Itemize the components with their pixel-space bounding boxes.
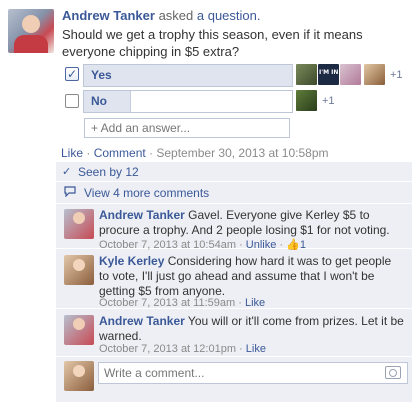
comment-timestamp[interactable]: October 7, 2013 at 12:01pm xyxy=(99,343,236,355)
poll-question: Should we get a trophy this season, even… xyxy=(62,27,363,59)
comment-meta: October 7, 2013 at 12:01pm · Like xyxy=(99,343,266,355)
comment-meta: October 7, 2013 at 11:59am · Like xyxy=(99,297,265,309)
comments-panel: ✓ Seen by 12 View 4 more comments Andrew… xyxy=(56,162,412,402)
post-author-avatar[interactable] xyxy=(8,9,54,53)
comment-input[interactable]: Write a comment... xyxy=(98,362,408,384)
comment-author-name[interactable]: Kyle Kerley xyxy=(99,254,164,268)
comment-text: Kyle Kerley Considering how hard it was … xyxy=(99,254,404,299)
camera-icon[interactable] xyxy=(385,366,401,379)
avatar-face xyxy=(22,15,40,33)
comment-author-name[interactable]: Andrew Tanker xyxy=(99,314,185,328)
comment-text: Andrew Tanker Gavel. Everyone give Kerle… xyxy=(99,208,407,238)
separator: · xyxy=(145,146,157,160)
voter-avatar[interactable] xyxy=(296,90,317,111)
comment-text: Andrew Tanker You will or it'll come fro… xyxy=(99,314,404,344)
separator: · xyxy=(235,297,245,309)
post-action-text: asked xyxy=(154,8,197,23)
separator: · xyxy=(83,146,94,160)
separator: · xyxy=(235,343,246,355)
comment-bubble-icon xyxy=(64,186,76,200)
add-answer-placeholder: + Add an answer... xyxy=(91,121,191,135)
avatar-shirt xyxy=(14,35,48,53)
checkmark-icon: ✓ xyxy=(62,166,72,178)
comment-link[interactable]: Comment xyxy=(94,146,146,160)
comment-item: Andrew Tanker Gavel. Everyone give Kerle… xyxy=(56,204,412,251)
more-voters-yes[interactable]: +1 xyxy=(390,69,403,81)
poll-option-yes-checkbox[interactable]: ✓ xyxy=(65,67,79,81)
comment-item: Kyle Kerley Considering how hard it was … xyxy=(56,249,412,309)
question-link[interactable]: a question. xyxy=(197,8,261,23)
comment-author-avatar[interactable] xyxy=(64,209,94,239)
seen-by-text[interactable]: Seen by 12 xyxy=(78,165,139,179)
checkmark-icon: ✓ xyxy=(66,67,78,81)
view-more-comments-link[interactable]: View 4 more comments xyxy=(84,186,209,200)
voter-avatar[interactable] xyxy=(340,64,361,85)
poll-option-yes[interactable]: Yes xyxy=(83,64,293,87)
viewer-avatar xyxy=(64,361,94,391)
more-voters-no[interactable]: +1 xyxy=(322,95,335,107)
post-timestamp[interactable]: September 30, 2013 at 10:58pm xyxy=(156,146,328,160)
comment-timestamp[interactable]: October 7, 2013 at 11:59am xyxy=(99,297,235,309)
add-answer-input[interactable]: + Add an answer... xyxy=(84,118,290,138)
poll-option-no-checkbox[interactable] xyxy=(65,94,79,108)
post-header: Andrew Tanker asked a question. xyxy=(62,8,260,23)
post-author-name[interactable]: Andrew Tanker xyxy=(62,8,155,23)
comment-input-placeholder: Write a comment... xyxy=(104,366,205,380)
voter-avatar[interactable]: I'M IN xyxy=(318,64,339,85)
poll-option-no-label: No xyxy=(91,94,107,108)
comment-author-name[interactable]: Andrew Tanker xyxy=(99,208,185,222)
like-link[interactable]: Like xyxy=(61,146,83,160)
comment-author-avatar[interactable] xyxy=(64,315,94,345)
poll-option-yes-label: Yes xyxy=(91,68,112,82)
comment-item: Andrew Tanker You will or it'll come fro… xyxy=(56,309,412,357)
like-link[interactable]: Like xyxy=(245,297,265,309)
seen-by-row[interactable]: ✓ Seen by 12 xyxy=(56,162,412,182)
view-more-comments-row[interactable]: View 4 more comments xyxy=(56,182,412,204)
poll-option-no[interactable]: No xyxy=(83,90,293,113)
poll-option-yes-bar xyxy=(84,65,293,86)
voter-avatar[interactable] xyxy=(296,64,317,85)
voter-avatar[interactable] xyxy=(364,64,385,85)
comment-author-avatar[interactable] xyxy=(64,255,94,285)
like-link[interactable]: Like xyxy=(246,343,266,355)
post-meta: Like · Comment · September 30, 2013 at 1… xyxy=(61,146,329,160)
